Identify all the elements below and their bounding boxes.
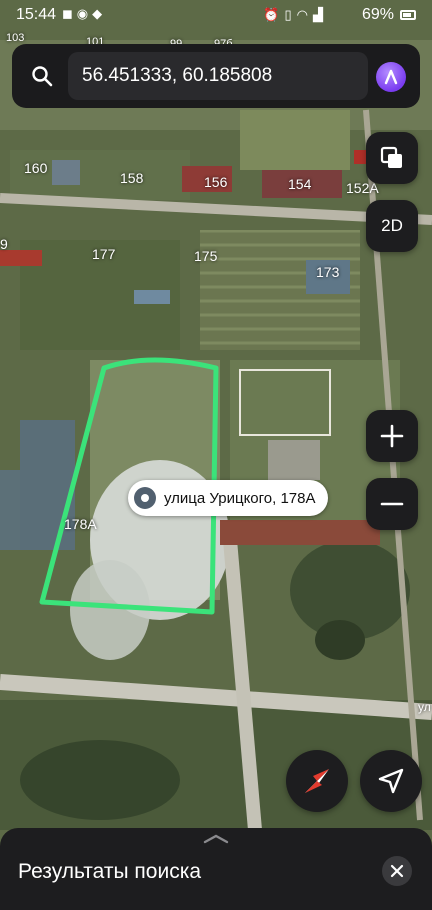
place-marker[interactable]: улица Урицкого, 178А [128, 480, 328, 516]
house-number: 103 [6, 32, 25, 44]
system-icons: ⏰▯◠▟ [263, 7, 328, 23]
house-number: 154 [288, 176, 312, 192]
status-time: 15:44 [16, 6, 57, 23]
compass-button[interactable] [286, 750, 348, 812]
close-button[interactable] [382, 856, 412, 886]
wifi-icon: ◠ [296, 7, 313, 22]
whatsapp-icon: ◉ [76, 6, 93, 21]
compass-icon [305, 769, 329, 793]
zoom-out-button[interactable] [366, 478, 418, 530]
location-arrow-icon [378, 768, 404, 794]
messenger-icon: ◆ [92, 6, 107, 21]
plus-icon [380, 424, 404, 448]
search-bar: 56.451333, 60.185808 [12, 44, 420, 108]
vk-icon: ◼ [62, 6, 77, 21]
alarm-icon: ⏰ [263, 7, 285, 22]
map-mode-button[interactable]: 2D [366, 200, 418, 252]
layers-icon [380, 146, 402, 168]
minus-icon [380, 502, 404, 506]
place-marker-icon [134, 487, 156, 509]
locate-button[interactable] [360, 750, 422, 812]
house-number: 178А [64, 516, 97, 532]
battery-level: 69% [361, 6, 394, 23]
zoom-in-button[interactable] [366, 410, 418, 462]
search-results-sheet[interactable]: Результаты поиска [0, 828, 432, 910]
map-mode-label: 2D [381, 216, 403, 235]
layers-button[interactable] [366, 132, 418, 184]
search-icon[interactable] [30, 64, 54, 88]
house-number: 156 [204, 174, 228, 190]
signal-icon: ▟ [313, 7, 328, 22]
house-number: 173 [316, 264, 340, 280]
notification-icons: ◼◉◆ [62, 6, 106, 22]
alice-icon[interactable] [376, 62, 406, 92]
vibrate-icon: ▯ [284, 7, 297, 22]
search-input[interactable]: 56.451333, 60.185808 [68, 52, 368, 100]
place-marker-label: улица Урицкого, 178А [164, 489, 316, 507]
sheet-title: Результаты поиска [18, 860, 202, 883]
house-number: 9 [0, 236, 8, 252]
house-number: 158 [120, 170, 144, 186]
house-number: 160 [24, 160, 48, 176]
house-number: 175 [194, 248, 218, 264]
house-number: 177 [92, 246, 116, 262]
status-bar: 15:44 ◼◉◆ ⏰▯◠▟ 69% [0, 0, 432, 30]
close-icon [390, 864, 404, 878]
battery-icon [400, 10, 416, 20]
road-label: ул [418, 700, 431, 714]
chevron-up-icon[interactable] [202, 834, 230, 844]
